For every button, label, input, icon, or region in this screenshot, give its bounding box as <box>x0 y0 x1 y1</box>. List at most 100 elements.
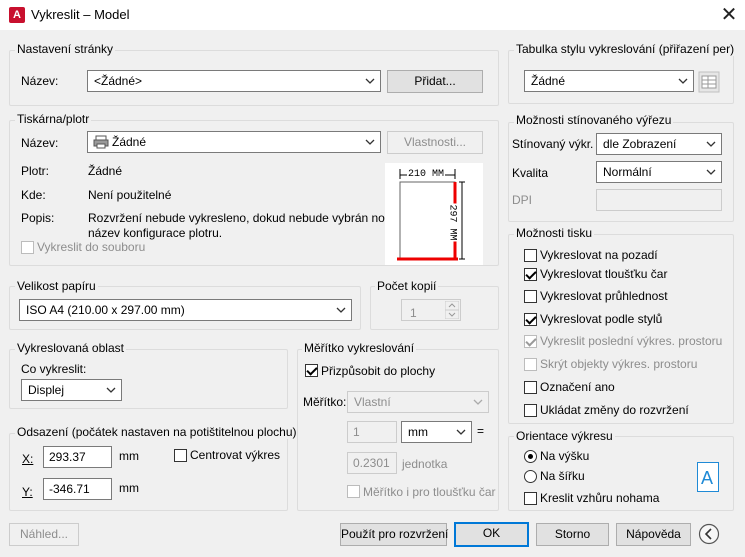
save-changes-checkbox[interactable] <box>524 404 537 417</box>
offset-x-unit: mm <box>119 449 139 463</box>
center-plot-label: Centrovat výkres <box>190 448 281 462</box>
plotter-label: Plotr: <box>21 164 50 178</box>
quality-select[interactable]: Normální <box>596 161 722 183</box>
printer-name-value: Žádné <box>112 135 147 149</box>
preview-button[interactable]: Náhled... <box>9 523 79 546</box>
plot-stamp-checkbox[interactable] <box>524 381 537 394</box>
upside-down-label: Kreslit vzhůru nohama <box>540 491 660 505</box>
dpi-input[interactable] <box>596 189 722 211</box>
plot-background-checkbox[interactable] <box>524 249 537 262</box>
shade-plot-label: Stínovaný výkr. <box>512 137 594 151</box>
plot-paperspace-last-checkbox[interactable] <box>524 335 537 348</box>
autocad-app-icon: A <box>9 7 25 23</box>
offset-x-input[interactable]: 293.37 <box>43 446 112 468</box>
plot-lineweights-checkbox[interactable] <box>524 268 537 281</box>
upside-down-checkbox[interactable] <box>524 492 537 505</box>
ok-button[interactable]: OK <box>454 522 529 547</box>
scale-units-label: jednotka <box>402 457 448 471</box>
plot-transparency-label: Vykreslovat průhlednost <box>540 289 668 303</box>
chevron-down-icon <box>456 429 466 435</box>
chevron-down-icon <box>336 307 346 313</box>
scale-lineweights-checkbox[interactable] <box>347 485 360 498</box>
scale-unit-value: mm <box>408 425 428 439</box>
printer-properties-button[interactable]: Vlastnosti... <box>387 131 483 154</box>
center-plot-checkbox[interactable] <box>174 449 187 462</box>
chevron-down-icon <box>365 139 375 145</box>
plot-with-styles-label: Vykreslovat podle stylů <box>540 312 663 326</box>
portrait-label: Na výšku <box>540 449 590 463</box>
hide-paperspace-objects-checkbox[interactable] <box>524 358 537 371</box>
cancel-button[interactable]: Storno <box>536 523 609 546</box>
printer-name-select[interactable]: Žádné <box>87 131 381 153</box>
page-setup-name-value: <Žádné> <box>94 74 143 88</box>
printer-legend: Tiskárna/plotr <box>15 112 92 126</box>
where-value: Není použitelné <box>88 188 172 202</box>
plot-offset-legend: Odsazení (počátek nastaven na potištitel… <box>15 425 299 439</box>
quality-value: Normální <box>603 165 652 179</box>
copies-input[interactable]: 1 <box>401 299 461 321</box>
plot-with-styles-checkbox[interactable] <box>524 313 537 326</box>
hide-paperspace-objects-label: Skrýt objekty výkres. prostoru <box>540 357 698 371</box>
scale-numerator-value: 1 <box>353 425 360 439</box>
paper-width-label: 210 MM <box>407 169 446 180</box>
fit-to-paper-checkbox[interactable] <box>305 364 318 377</box>
add-page-setup-button[interactable]: Přidat... <box>387 70 483 93</box>
close-icon[interactable]: ✕ <box>716 2 742 28</box>
offset-x-value: 293.37 <box>49 450 86 464</box>
page-setup-legend: Nastavení stránky <box>15 42 116 56</box>
plot-paperspace-last-label: Vykreslit poslední výkres. prostoru <box>540 334 723 348</box>
plot-lineweights-label: Vykreslovat tloušťku čar <box>540 267 668 281</box>
plot-background-label: Vykreslovat na pozadí <box>540 248 658 262</box>
printer-name-label: Název: <box>21 136 59 150</box>
shade-plot-value: dle Zobrazení <box>603 137 677 151</box>
what-to-plot-value: Displej <box>28 383 65 397</box>
apply-to-layout-button[interactable]: Použít pro rozvržení <box>340 523 448 546</box>
scale-numerator-input[interactable]: 1 <box>347 421 397 443</box>
plot-transparency-checkbox[interactable] <box>524 290 537 303</box>
scale-value: Vlastní <box>354 395 391 409</box>
style-table-value: Žádné <box>531 74 566 88</box>
copies-legend: Počet kopií <box>375 279 439 293</box>
scale-lineweights-label: Měřítko i pro tloušťku čar <box>363 485 496 499</box>
offset-y-input[interactable]: -346.71 <box>43 478 112 500</box>
help-button[interactable]: Nápověda <box>616 523 691 546</box>
plot-options-group <box>508 234 734 424</box>
scale-units-input[interactable]: 0.2301 <box>347 452 397 474</box>
what-to-plot-select[interactable]: Displej <box>21 379 122 401</box>
paper-size-legend: Velikost papíru <box>15 279 98 293</box>
title-bar: A Vykreslit – Model ✕ <box>0 0 745 30</box>
plot-to-file-checkbox[interactable] <box>21 241 34 254</box>
chevron-down-icon <box>106 387 116 393</box>
collapse-options-icon[interactable] <box>698 523 720 545</box>
paper-size-select[interactable]: ISO A4 (210.00 x 297.00 mm) <box>19 299 352 321</box>
shaded-options-legend: Možnosti stínovaného výřezu <box>514 113 674 127</box>
scale-label: Měřítko: <box>303 395 347 409</box>
scale-units-value: 0.2301 <box>353 456 390 470</box>
plotter-value: Žádné <box>88 164 123 178</box>
fit-to-paper-label: Přizpůsobit do plochy <box>321 364 436 378</box>
landscape-radio[interactable] <box>524 470 537 483</box>
printer-icon <box>93 135 109 149</box>
page-setup-name-label: Název: <box>21 74 59 88</box>
spinner-up-down-icon[interactable] <box>445 301 459 319</box>
chevron-down-icon <box>365 78 375 84</box>
scale-unit-select[interactable]: mm <box>401 421 472 443</box>
paper-preview: 210 MM 297 MM <box>385 163 483 265</box>
portrait-radio[interactable] <box>524 450 537 463</box>
shade-plot-select[interactable]: dle Zobrazení <box>596 133 722 155</box>
chevron-down-icon <box>473 399 483 405</box>
style-table-edit-icon[interactable] <box>698 71 720 93</box>
orientation-legend: Orientace výkresu <box>514 429 615 443</box>
description-line-2: název konfigurace plotru. <box>88 226 223 240</box>
offset-y-value: -346.71 <box>49 482 90 496</box>
dpi-label: DPI <box>512 193 533 207</box>
offset-x-label: X: <box>22 452 34 466</box>
page-setup-name-select[interactable]: <Žádné> <box>87 70 381 92</box>
plot-area-legend: Vykreslovaná oblast <box>15 341 126 355</box>
plot-scale-legend: Měřítko vykreslování <box>302 341 417 355</box>
style-table-select[interactable]: Žádné <box>524 70 694 92</box>
landscape-label: Na šířku <box>540 469 585 483</box>
description-line-1: Rozvržení nebude vykresleno, dokud nebud… <box>88 211 397 225</box>
scale-select[interactable]: Vlastní <box>347 391 489 413</box>
offset-y-unit: mm <box>119 481 139 495</box>
